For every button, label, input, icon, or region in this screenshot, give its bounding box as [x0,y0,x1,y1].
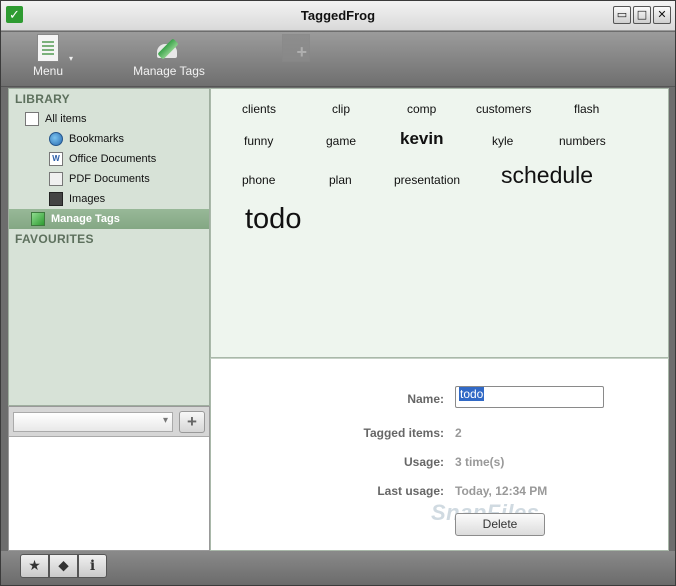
pen-icon [31,212,45,226]
add-favourite-button[interactable]: + [179,411,205,433]
document-list-icon [37,34,59,62]
delete-button[interactable]: Delete [455,513,545,536]
tag-item[interactable]: kevin [400,129,443,149]
list-icon [25,112,39,126]
tag-details-panel: Name: todo Tagged items: 2 Usage: 3 time… [210,358,669,551]
bottom-tab-bar: ★ ⬥ i [1,551,675,585]
close-button[interactable]: ✕ [653,6,671,24]
library-heading: LIBRARY [15,92,70,106]
tags-tab[interactable]: ⬥ [49,554,78,578]
sidebar-item-label: Office Documents [69,153,157,165]
minimize-button[interactable]: ▭ [613,6,631,24]
favourites-star-tab[interactable]: ★ [20,554,49,578]
toolbar: ▾ Menu Manage Tags [1,32,675,87]
main-window: ✓ TaggedFrog ▭ □ ✕ ▾ Menu Manage Tags LI… [0,0,676,586]
tag-item[interactable]: clients [242,102,276,116]
globe-icon [49,132,63,146]
tag-item[interactable]: presentation [394,173,460,187]
tag-cloud: clients clip comp customers flash funny … [210,88,669,358]
tag-name-value: todo [459,387,485,401]
add-item-button[interactable] [271,34,321,64]
menu-button[interactable]: ▾ Menu [23,34,73,78]
usage-label: Usage: [403,455,444,469]
tag-name-field[interactable]: todo [455,386,604,408]
info-tab[interactable]: i [78,554,107,578]
chevron-down-icon: ▾ [68,54,73,63]
tag-item[interactable]: funny [244,134,273,148]
tag-item[interactable]: plan [329,173,352,187]
sidebar-item-all-items[interactable]: All items [9,109,209,129]
sidebar-item-bookmarks[interactable]: Bookmarks [9,129,209,149]
sidebar-item-office-documents[interactable]: W Office Documents [9,149,209,169]
last-usage-value: Today, 12:34 PM [455,484,548,498]
star-icon: ★ [28,558,41,574]
sidebar-item-label: PDF Documents [69,173,150,185]
favourites-heading: FAVOURITES [15,232,94,246]
tag-item[interactable]: comp [407,102,436,116]
tag-item[interactable]: schedule [501,162,593,189]
window-title: TaggedFrog [300,8,376,23]
tag-item[interactable]: todo [245,203,301,236]
tagged-items-label: Tagged items: [363,426,444,440]
word-document-icon: W [49,152,63,166]
menu-label: Menu [32,64,64,78]
tag-item[interactable]: numbers [559,134,606,148]
manage-tags-label: Manage Tags [133,64,205,78]
film-image-icon [49,192,63,206]
tagged-items-value: 2 [455,426,462,440]
window-controls: ▭ □ ✕ [613,6,671,24]
tag-item[interactable]: customers [476,102,531,116]
maximize-button[interactable]: □ [633,6,651,24]
favourites-panel: + [8,406,210,551]
sidebar-item-label: Images [69,193,106,205]
tag-item[interactable]: kyle [492,134,513,148]
tag-item[interactable]: phone [242,173,275,187]
tag-item[interactable]: clip [332,102,350,116]
name-label: Name: [407,392,444,406]
info-icon: i [89,558,96,574]
usage-value: 3 time(s) [455,455,505,469]
add-item-icon [282,34,310,63]
manage-tags-button[interactable]: Manage Tags [129,34,209,78]
tag-item[interactable]: game [326,134,356,148]
tag-pen-icon [154,34,184,62]
tag-item[interactable]: flash [574,102,599,116]
library-sidebar: LIBRARY All items Bookmarks W Office Doc… [8,88,210,406]
favourites-select[interactable] [13,412,173,432]
sidebar-item-pdf-documents[interactable]: PDF Documents [9,169,209,189]
sidebar-item-manage-tags[interactable]: Manage Tags [9,209,209,229]
pdf-document-icon [49,172,63,186]
tag-icon: ⬥ [58,558,69,574]
title-bar: ✓ TaggedFrog ▭ □ ✕ [1,1,675,31]
sidebar-item-images[interactable]: Images [9,189,209,209]
sidebar-item-label: Manage Tags [51,213,120,225]
last-usage-label: Last usage: [377,484,444,498]
favourites-combo-bar: + [9,407,209,437]
sidebar-item-label: Bookmarks [69,133,125,145]
sidebar-item-label: All items [45,113,87,125]
